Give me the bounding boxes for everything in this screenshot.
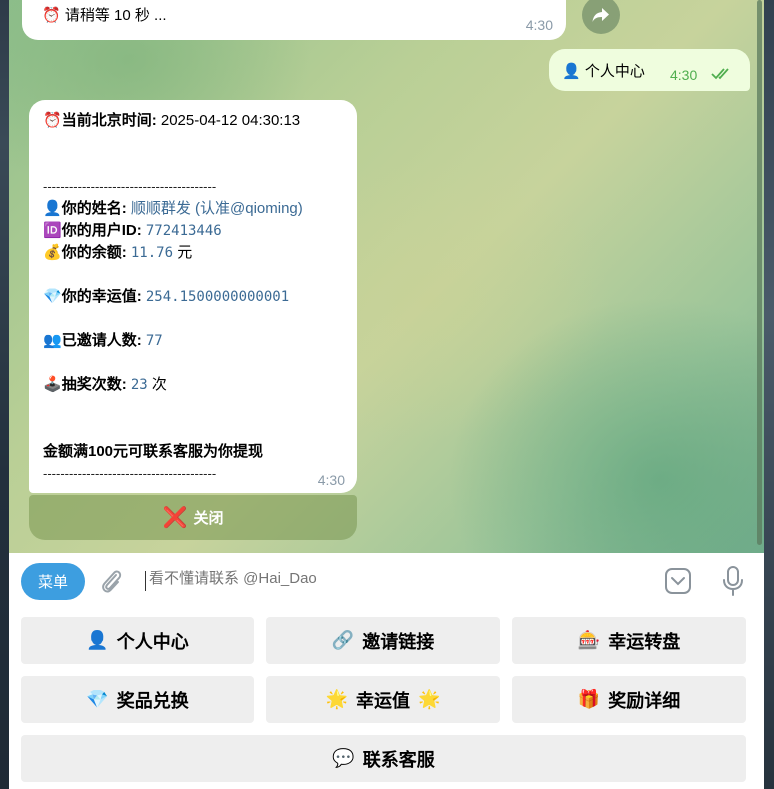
people-icon: 👥	[43, 332, 62, 349]
message-outgoing-text: 个人中心	[584, 63, 645, 80]
message-time: 4:30	[670, 67, 698, 83]
balance-unit: 元	[177, 244, 193, 261]
star-icon: 🌟	[418, 689, 441, 709]
user-icon: 👤	[562, 63, 581, 80]
forward-icon	[592, 8, 609, 22]
message-input[interactable]	[147, 569, 571, 588]
message-time: 4:30	[525, 17, 553, 33]
forward-button[interactable]	[582, 0, 620, 34]
keyboard-button-support[interactable]: 💬 联系客服	[21, 735, 746, 782]
keyboard-button-label: 联系客服	[362, 749, 435, 770]
balance-value[interactable]: 11.76	[131, 245, 173, 261]
lucky-label: 你的幸运值:	[61, 288, 142, 305]
text-cursor	[145, 571, 146, 591]
lucky-value[interactable]: 254.1500000000001	[146, 289, 289, 305]
message-wait-text: 请稍等 10 秒 ...	[64, 7, 167, 24]
keyboard-button-label: 幸运转盘	[608, 631, 681, 652]
keyboard-button-label: 邀请链接	[362, 631, 435, 652]
gift-icon: 🎁	[577, 689, 601, 709]
user-icon: 👤	[43, 200, 62, 217]
keyboard-button-exchange[interactable]: 💎 奖品兑换	[21, 676, 254, 723]
keyboard-button-label: 奖品兑换	[116, 690, 189, 711]
close-button[interactable]: ❌ 关闭	[29, 495, 357, 540]
keyboard-button-label: 奖励详细	[608, 690, 681, 711]
keyboard-toggle-icon[interactable]	[664, 567, 692, 595]
keyboard-button-lucky[interactable]: 🌟 幸运值 🌟	[266, 676, 500, 723]
star-icon: 🌟	[325, 689, 348, 709]
balance-label: 你的余额:	[61, 244, 127, 261]
gem-icon: 💎	[86, 689, 109, 709]
keyboard-button-personal[interactable]: 👤 个人中心	[21, 617, 254, 664]
alarm-clock-icon: ⏰	[43, 112, 62, 129]
uid-value[interactable]: 772413446	[146, 223, 222, 239]
current-time-label: 当前北京时间:	[61, 112, 157, 129]
alarm-clock-icon: ⏰	[42, 7, 61, 24]
joystick-icon: 🕹️	[43, 376, 62, 393]
message-time: 4:30	[317, 472, 345, 488]
invite-label: 已邀请人数:	[61, 332, 142, 349]
draw-label: 抽奖次数:	[61, 376, 127, 393]
paperclip-icon[interactable]	[99, 567, 125, 597]
money-bag-icon: 💰	[43, 244, 62, 261]
message-outgoing[interactable]: 👤 个人中心 4:30	[549, 49, 750, 91]
gem-icon: 💎	[43, 288, 62, 305]
keyboard-button-rewards[interactable]: 🎁 奖励详细	[512, 676, 746, 723]
withdraw-notice: 金额满100元可联系客服为你提现	[43, 443, 264, 460]
message-wait[interactable]: ⏰ 请稍等 10 秒 ... 4:30	[22, 0, 566, 40]
chat-area[interactable]: ⏰ 请稍等 10 秒 ... 4:30 👤 个人中心 4:30 ⏰当前北京时间:…	[9, 0, 764, 553]
id-icon: 🆔	[43, 222, 62, 239]
close-button-label: 关闭	[193, 510, 224, 527]
invite-value[interactable]: 77	[146, 333, 163, 349]
separator-top: ----------------------------------------	[43, 179, 217, 194]
keyboard-button-label: 个人中心	[116, 631, 189, 652]
keyboard-button-invite[interactable]: 🔗 邀请链接	[266, 617, 500, 664]
microphone-icon[interactable]	[722, 565, 744, 597]
speech-bubble-icon: 💬	[332, 748, 355, 768]
composer: 菜单 👤 个人中心 🔗 邀请链接 🎰 幸运转盘 💎 奖品兑换 🌟 幸运值 🌟 🎁…	[9, 553, 764, 789]
draw-value[interactable]: 23	[131, 377, 148, 393]
cross-mark-icon: ❌	[162, 507, 188, 529]
menu-button[interactable]: 菜单	[21, 563, 85, 600]
link-icon: 🔗	[331, 630, 355, 650]
name-label: 你的姓名:	[61, 200, 127, 217]
window-right-edge	[764, 0, 774, 789]
name-value: 顺顺群发 (认准@qioming)	[130, 200, 303, 217]
separator-bottom: ----------------------------------------	[43, 466, 217, 481]
keyboard-button-label: 幸运值	[356, 690, 410, 711]
current-time-value: 2025-04-12 04:30:13	[160, 112, 301, 129]
read-double-check-icon	[711, 68, 729, 80]
uid-label: 你的用户ID:	[61, 222, 142, 239]
slot-machine-icon: 🎰	[577, 630, 601, 650]
keyboard-button-wheel[interactable]: 🎰 幸运转盘	[512, 617, 746, 664]
message-profile[interactable]: ⏰当前北京时间: 2025-04-12 04:30:13 -----------…	[29, 100, 357, 493]
user-icon: 👤	[86, 630, 109, 650]
window-left-edge	[0, 0, 9, 789]
draw-unit: 次	[151, 376, 167, 393]
chat-scrollbar[interactable]	[757, 0, 762, 545]
